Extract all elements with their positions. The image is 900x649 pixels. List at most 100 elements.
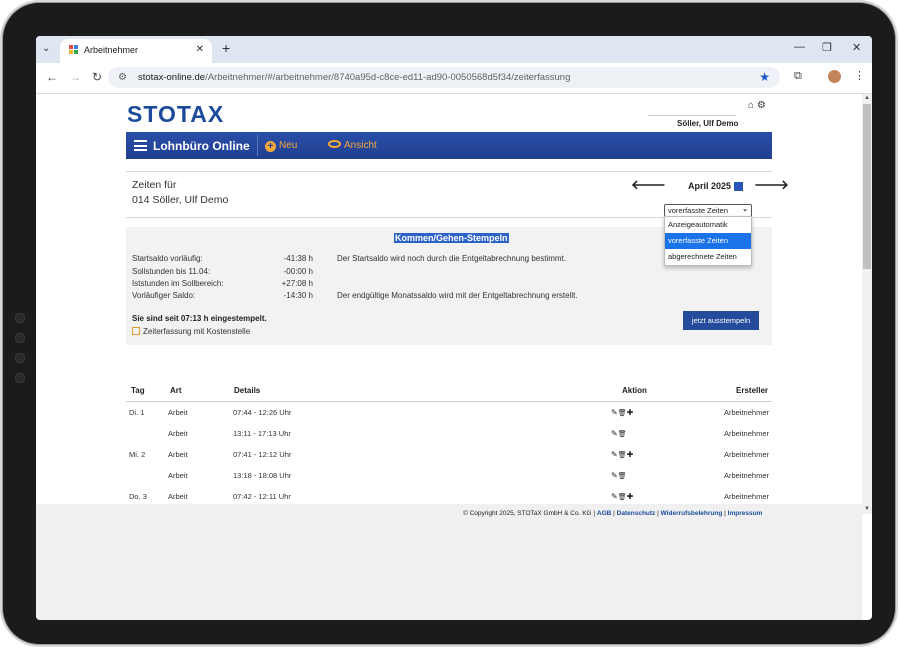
stamp-title: Kommen/Gehen-Stempeln — [394, 233, 509, 243]
scrollbar-thumb[interactable] — [863, 104, 871, 269]
cell-art: Arbeit — [168, 408, 188, 417]
new-button[interactable]: + Neu — [265, 140, 297, 152]
column-header-aktion: Aktion — [622, 386, 647, 395]
scroll-up-icon[interactable]: ▲ — [864, 95, 870, 101]
stamp-row-label: Sollstunden bis 11.04: — [132, 267, 211, 276]
stamp-row-value: -00:00 h — [283, 267, 313, 276]
row-actions: ✎🗑 — [611, 429, 627, 438]
page-title: Zeiten für — [132, 179, 177, 191]
row-actions: ✎🗑 — [611, 471, 627, 480]
navbar-brand[interactable]: Lohnbüro Online — [153, 139, 250, 153]
stamp-row-value: -41:38 h — [283, 254, 313, 263]
delete-trash-icon[interactable]: 🗑 — [618, 494, 627, 501]
calendar-icon[interactable] — [734, 182, 743, 191]
stamp-row-value: -14:30 h — [283, 291, 313, 300]
cell-details: 07:42 - 12:11 Uhr — [233, 492, 291, 501]
edit-pencil-icon[interactable]: ✎ — [611, 471, 618, 480]
row-actions: ✎🗑✚ — [611, 492, 633, 501]
browser-menu-icon[interactable]: ⋮ — [854, 69, 865, 82]
dropdown-option[interactable]: abgerechnete Zeiten — [665, 249, 751, 265]
month-label: April 2025 — [688, 181, 732, 191]
cell-art: Arbeit — [168, 450, 188, 459]
tab-search-icon[interactable]: ⌄ — [42, 43, 50, 54]
main-navbar: Lohnbüro Online + Neu Ansicht — [126, 132, 772, 159]
agb-link[interactable]: AGB — [597, 510, 611, 517]
imprint-link[interactable]: Impressum — [728, 510, 763, 517]
checkbox-icon[interactable] — [132, 327, 140, 335]
extensions-icon[interactable]: ⧉ — [794, 70, 802, 83]
stamp-row-label: Startsaldo vorläufig: — [132, 254, 203, 263]
column-header-tag: Tag — [131, 386, 145, 395]
row-actions: ✎🗑✚ — [611, 450, 633, 459]
stamp-out-button[interactable]: jetzt ausstempeln — [683, 311, 759, 330]
address-bar: ← → ↻ ⚙ stotax-online.de/Arbeitnehmer/#/… — [36, 63, 872, 94]
eye-icon — [328, 140, 341, 148]
privacy-link[interactable]: Datenschutz — [617, 510, 656, 517]
site-info-icon[interactable]: ⚙ — [118, 72, 127, 83]
next-month-icon[interactable]: 🡒 — [754, 177, 789, 193]
tab-bar: ⌄ Arbeitnehmer ✕ + — ❐ ✕ — [36, 36, 872, 63]
cost-center-checkbox[interactable]: Zeiterfassung mit Kostenstelle — [132, 327, 250, 336]
cell-tag: Di. 1 — [129, 408, 145, 417]
navbar-divider — [257, 135, 258, 156]
dropdown-option[interactable]: Anzeigeautomatik — [665, 217, 751, 233]
column-header-details: Details — [234, 386, 261, 395]
profile-avatar[interactable] — [828, 70, 841, 83]
page-scrollbar[interactable]: ▲ ▼ — [862, 94, 872, 514]
edit-pencil-icon[interactable]: ✎ — [611, 450, 618, 459]
restore-icon[interactable]: ❐ — [822, 41, 832, 54]
cell-ersteller: Arbeitnehmer — [723, 408, 769, 417]
column-header-art: Art — [170, 386, 182, 395]
delete-trash-icon[interactable]: 🗑 — [618, 431, 627, 438]
edit-pencil-icon[interactable]: ✎ — [611, 408, 618, 417]
footer: © Copyright 2025, STOTaX GmbH & Co. KG |… — [36, 504, 862, 620]
close-window-icon[interactable]: ✕ — [852, 41, 861, 54]
forward-icon[interactable]: → — [69, 70, 81, 84]
employee-name: 014 Söller, Ulf Demo — [132, 194, 229, 206]
cell-details: 13:11 - 17:13 Uhr — [233, 429, 291, 438]
column-header-ersteller: Ersteller — [736, 386, 769, 395]
copyright: © Copyright 2025, STOTaX GmbH & Co. KG | — [463, 510, 596, 517]
previous-month-icon[interactable]: 🡐 — [631, 177, 666, 193]
back-icon[interactable]: ← — [46, 70, 58, 84]
table-header-divider — [126, 401, 772, 402]
plus-circle-icon: + — [265, 141, 276, 152]
edit-pencil-icon[interactable]: ✎ — [611, 429, 618, 438]
add-plus-icon[interactable]: ✚ — [627, 492, 634, 501]
browser-tab[interactable]: Arbeitnehmer ✕ — [60, 39, 212, 63]
scroll-down-icon[interactable]: ▼ — [864, 506, 870, 512]
browser-screen: ⌄ Arbeitnehmer ✕ + — ❐ ✕ ← → ↻ ⚙ stotax-… — [36, 36, 872, 620]
tablet-side-buttons — [15, 303, 25, 393]
cell-details: 07:41 - 12:12 Uhr — [233, 450, 292, 459]
cell-art: Arbeit — [168, 429, 188, 438]
close-tab-icon[interactable]: ✕ — [196, 44, 204, 55]
new-tab-icon[interactable]: + — [222, 40, 230, 56]
stotax-logo[interactable]: STOTAX — [127, 101, 224, 128]
bookmark-star-icon[interactable]: ★ — [759, 70, 770, 84]
reload-icon[interactable]: ↻ — [92, 70, 102, 84]
delete-trash-icon[interactable]: 🗑 — [618, 452, 627, 459]
stamp-row-value: +27:08 h — [281, 279, 313, 288]
settings-gear-icon[interactable]: ⚙ — [757, 100, 766, 111]
add-plus-icon[interactable]: ✚ — [627, 408, 634, 417]
home-icon[interactable]: ⌂ — [748, 100, 754, 111]
hamburger-menu-icon[interactable] — [134, 140, 147, 151]
cell-ersteller: Arbeitnehmer — [723, 450, 769, 459]
header-icons: ⌂ ⚙ — [748, 100, 766, 111]
cell-art: Arbeit — [168, 471, 188, 480]
delete-trash-icon[interactable]: 🗑 — [618, 410, 627, 417]
view-button[interactable]: Ansicht — [328, 140, 377, 151]
stamp-status: Sie sind seit 07:13 h eingestempelt. — [132, 314, 267, 323]
minimize-icon[interactable]: — — [794, 41, 805, 53]
delete-trash-icon[interactable]: 🗑 — [618, 473, 627, 480]
add-plus-icon[interactable]: ✚ — [627, 450, 634, 459]
withdrawal-link[interactable]: Widerrufsbelehrung — [661, 510, 723, 517]
url-field[interactable]: ⚙ stotax-online.de/Arbeitnehmer/#/arbeit… — [108, 67, 780, 88]
dropdown-option-selected[interactable]: vorerfasste Zeiten — [665, 233, 751, 249]
cell-details: 07:44 - 12:26 Uhr — [233, 408, 292, 417]
edit-pencil-icon[interactable]: ✎ — [611, 492, 618, 501]
cell-ersteller: Arbeitnehmer — [723, 492, 769, 501]
stamp-row-label: Iststunden im Sollbereich: — [132, 279, 224, 288]
user-divider — [648, 115, 736, 116]
url-text: stotax-online.de/Arbeitnehmer/#/arbeitne… — [138, 72, 571, 83]
